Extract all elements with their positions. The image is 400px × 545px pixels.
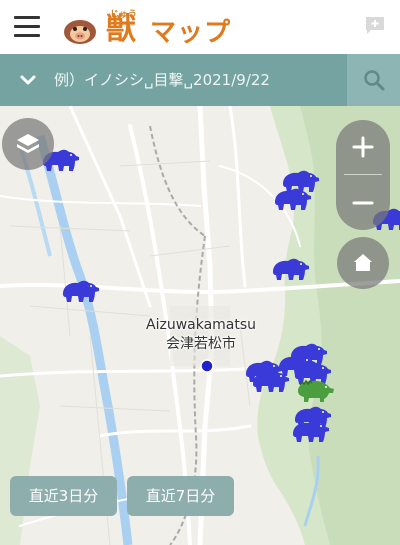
filter-last-7-days-button[interactable]: 直近7日分 — [127, 476, 234, 516]
boar-logo-icon — [64, 20, 96, 44]
city-label-en: Aizuwakamatsu — [146, 317, 257, 333]
search-button[interactable] — [347, 54, 400, 106]
new-report-button[interactable] — [364, 15, 386, 37]
layers-button[interactable] — [2, 118, 54, 170]
map-view[interactable]: Aizuwakamatsu 会津若松市 直近3日分 直近7日分 — [0, 106, 400, 545]
filter-last-3-days-button[interactable]: 直近3日分 — [10, 476, 117, 516]
home-icon — [354, 254, 372, 271]
search-input[interactable] — [50, 64, 348, 96]
city-label-ja: 会津若松市 — [166, 336, 236, 352]
zoom-divider — [344, 174, 382, 175]
search-bar — [0, 54, 400, 106]
menu-button[interactable] — [14, 16, 40, 38]
logo-kanji-text: 獣 — [106, 12, 136, 47]
app-logo: じゅう 獣 マップ — [62, 6, 232, 52]
logo-kana-text: マップ — [150, 18, 232, 48]
home-button[interactable] — [337, 237, 389, 289]
zoom-control — [336, 120, 390, 230]
zoom-in-button[interactable] — [336, 120, 390, 174]
minus-icon — [352, 201, 374, 205]
expand-search-button[interactable] — [14, 68, 42, 92]
plus-icon — [352, 136, 374, 158]
search-icon — [364, 70, 385, 91]
chevron-down-icon — [20, 75, 36, 85]
zoom-out-button[interactable] — [336, 176, 390, 230]
current-location-dot — [200, 359, 214, 373]
menu-icon — [14, 16, 40, 37]
app-header: じゅう 獣 マップ — [0, 0, 400, 54]
chat-plus-icon — [366, 17, 384, 34]
layers-icon — [17, 134, 39, 153]
